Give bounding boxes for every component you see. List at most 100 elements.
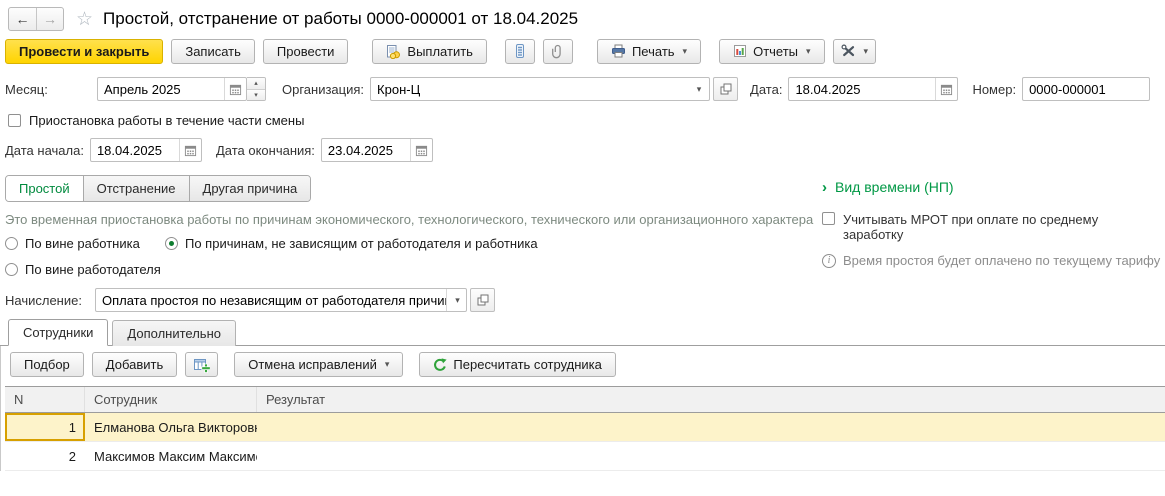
chevron-down-icon: ▾ (864, 46, 869, 57)
chevron-down-icon: ▾ (385, 359, 390, 370)
partial-shift-row: Приостановка работы в течение части смен… (0, 113, 1165, 128)
info-icon: i (822, 254, 836, 268)
number-label: Номер: (972, 82, 1016, 97)
table-header: N Сотрудник Результат (5, 387, 1165, 413)
cell-n[interactable]: 1 (5, 413, 85, 441)
paperclip-icon (551, 44, 565, 59)
post-button[interactable]: Провести (263, 39, 349, 64)
tab-other-reason[interactable]: Другая причина (190, 176, 311, 201)
side-panel: › Вид времени (НП) Учитывать МРОТ при оп… (822, 179, 1162, 268)
add-button[interactable]: Добавить (92, 352, 177, 377)
report-chart-icon (733, 44, 747, 58)
end-date-field[interactable]: 23.04.2025 (321, 138, 433, 162)
month-value: Апрель 2025 (98, 82, 224, 97)
time-kind-group-link[interactable]: › Вид времени (НП) (822, 179, 1162, 195)
organization-label: Организация: (282, 82, 364, 97)
tab-additional[interactable]: Дополнительно (112, 320, 236, 346)
start-date-field[interactable]: 18.04.2025 (90, 138, 202, 162)
cell-employee[interactable]: Максимов Максим Максимови… (85, 442, 257, 470)
write-label: Записать (185, 44, 241, 59)
document-window: ← → ☆ Простой, отстранение от работы 000… (0, 0, 1165, 496)
table-toolbar: Подбор Добавить Отмена исправлений ▾ Пер… (5, 346, 1165, 382)
refresh-icon (433, 358, 447, 372)
month-field[interactable]: Апрель 2025 (97, 77, 247, 101)
info-text: Время простоя будет оплачено по текущему… (843, 253, 1160, 268)
back-icon: ← (16, 11, 30, 27)
header-fields-row: Месяц: Апрель 2025 ▴ ▾ Организация: Крон… (0, 77, 1165, 101)
radio-employee-fault-label: По вине работника (25, 236, 140, 251)
open-link-icon (720, 83, 732, 95)
post-and-close-button[interactable]: Провести и закрыть (5, 39, 163, 64)
write-button[interactable]: Записать (171, 39, 255, 64)
print-menu-button[interactable]: Печать ▾ (597, 39, 701, 64)
organization-open-button[interactable] (713, 77, 738, 101)
accrual-open-button[interactable] (470, 288, 495, 312)
recalculate-employee-button[interactable]: Пересчитать сотрудника (419, 352, 615, 377)
post-label: Провести (277, 44, 335, 59)
service-menu-button[interactable]: ▾ (833, 39, 877, 64)
calendar-icon[interactable] (179, 139, 201, 161)
document-structure-button[interactable] (505, 39, 535, 64)
pick-label: Подбор (24, 357, 70, 372)
radio-employee-fault[interactable]: По вине работника (5, 236, 165, 251)
print-label: Печать (632, 44, 675, 59)
spinner-down-icon[interactable]: ▾ (247, 89, 265, 101)
cell-result[interactable] (257, 413, 1165, 441)
page-title: Простой, отстранение от работы 0000-0000… (103, 9, 578, 29)
number-value: 0000-000001 (1023, 82, 1149, 97)
radio-employer-fault[interactable]: По вине работодателя (5, 262, 165, 277)
tab-employees[interactable]: Сотрудники (8, 319, 108, 346)
chevron-down-icon[interactable]: ▾ (446, 289, 466, 311)
column-header-employee[interactable]: Сотрудник (85, 387, 257, 412)
date-field[interactable]: 18.04.2025 (788, 77, 958, 101)
nav-buttons: ← → (8, 7, 64, 31)
organization-value: Крон-Ц (371, 82, 687, 97)
employees-tabstrip: Сотрудники Дополнительно (0, 319, 1165, 346)
mrot-row: Учитывать МРОТ при оплате по среднему за… (822, 212, 1162, 242)
favorite-star-icon[interactable]: ☆ (76, 8, 93, 31)
end-date-value: 23.04.2025 (322, 143, 410, 158)
chevron-down-icon: ▾ (683, 46, 688, 57)
employees-tab-content: Подбор Добавить Отмена исправлений ▾ Пер… (0, 346, 1165, 471)
cell-n[interactable]: 2 (5, 442, 85, 470)
info-row: i Время простоя будет оплачено по текуще… (822, 253, 1162, 268)
list-stripes-icon (513, 43, 527, 59)
pick-button[interactable]: Подбор (10, 352, 84, 377)
tab-otstranenie[interactable]: Отстранение (84, 176, 190, 201)
table-row[interactable]: 2 Максимов Максим Максимови… (5, 442, 1165, 471)
pay-document-coins-icon (386, 44, 401, 59)
table-row[interactable]: 1 Елманова Ольга Викторовна (5, 413, 1165, 442)
date-value: 18.04.2025 (789, 82, 935, 97)
chevron-down-icon[interactable]: ▾ (687, 78, 709, 100)
organization-field[interactable]: Крон-Ц ▾ (370, 77, 710, 101)
calendar-icon[interactable] (935, 78, 957, 100)
cell-result[interactable] (257, 442, 1165, 470)
add-label: Добавить (106, 357, 163, 372)
forward-icon: → (43, 11, 57, 27)
forward-button[interactable]: → (36, 8, 63, 30)
start-date-value: 18.04.2025 (91, 143, 179, 158)
spinner-up-icon[interactable]: ▴ (247, 78, 265, 89)
reports-menu-button[interactable]: Отчеты ▾ (719, 39, 824, 64)
pay-button[interactable]: Выплатить (372, 39, 487, 64)
calendar-icon[interactable] (224, 78, 246, 100)
mrot-checkbox[interactable] (822, 212, 835, 225)
back-button[interactable]: ← (9, 8, 36, 30)
cancel-corrections-button[interactable]: Отмена исправлений ▾ (234, 352, 403, 377)
mrot-label: Учитывать МРОТ при оплате по среднему за… (843, 212, 1162, 242)
add-from-table-button[interactable] (185, 352, 218, 377)
column-header-n[interactable]: N (5, 387, 85, 412)
cell-employee[interactable]: Елманова Ольга Викторовна (85, 413, 257, 441)
pay-label: Выплатить (407, 44, 473, 59)
tab-prostoy[interactable]: Простой (6, 176, 84, 201)
radio-independent-reasons[interactable]: По причинам, не зависящим от работодател… (165, 236, 538, 251)
cancel-corrections-label: Отмена исправлений (248, 357, 377, 372)
month-label: Месяц: (5, 82, 91, 97)
calendar-icon[interactable] (410, 139, 432, 161)
accrual-field[interactable]: Оплата простоя по независящим от работод… (95, 288, 467, 312)
number-field[interactable]: 0000-000001 (1022, 77, 1150, 101)
partial-shift-checkbox[interactable] (8, 114, 21, 127)
attachments-button[interactable] (543, 39, 573, 64)
column-header-result[interactable]: Результат (257, 387, 1165, 412)
reports-label: Отчеты (753, 44, 798, 59)
